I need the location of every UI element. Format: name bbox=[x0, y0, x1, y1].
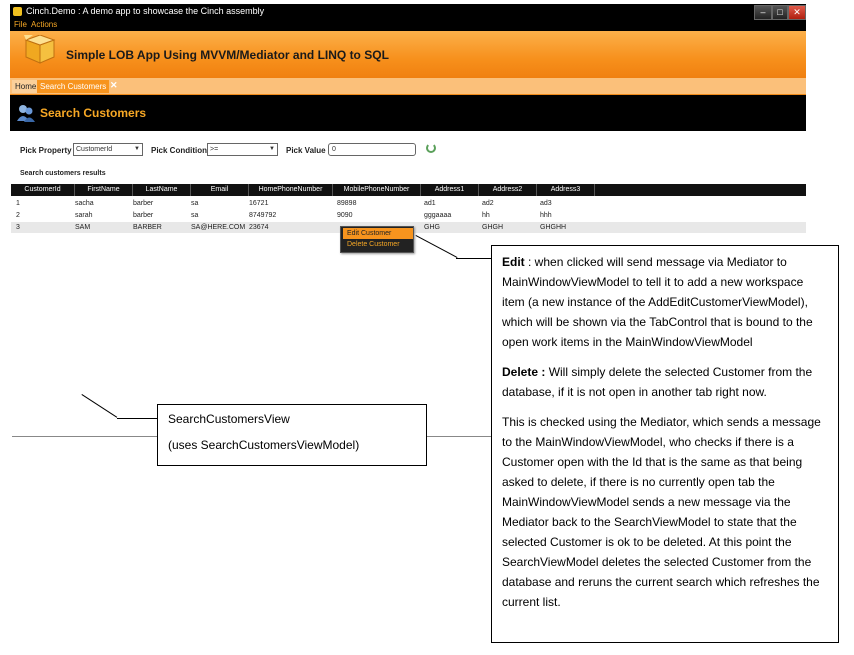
view-boundary-line bbox=[427, 436, 491, 437]
app-icon bbox=[13, 7, 22, 16]
table-cell: sa bbox=[191, 200, 199, 207]
table-cell: hhh bbox=[540, 212, 552, 219]
column-header[interactable]: LastName bbox=[133, 184, 191, 196]
table-cell: 1 bbox=[16, 200, 20, 207]
table-cell: ad2 bbox=[482, 200, 494, 207]
column-header[interactable]: Address2 bbox=[479, 184, 537, 196]
table-cell: 2 bbox=[16, 212, 20, 219]
table-row[interactable]: 2 sarah barber sa 8749792 9090 gggaaaa h… bbox=[11, 210, 806, 221]
table-cell: GHGH bbox=[482, 224, 503, 231]
customers-icon bbox=[17, 105, 35, 122]
maximize-button[interactable]: □ bbox=[772, 5, 788, 20]
view-model-text: (uses SearchCustomersViewModel) bbox=[168, 438, 360, 452]
edit-annotation-text: : when clicked will send message via Med… bbox=[502, 255, 813, 349]
window-title: Cinch.Demo : A demo app to showcase the … bbox=[26, 6, 265, 16]
pick-property-select[interactable]: CustomerId ▼ bbox=[73, 143, 143, 156]
box-logo-icon bbox=[24, 35, 56, 64]
callout-line bbox=[415, 235, 458, 258]
column-header[interactable]: MobilePhoneNumber bbox=[333, 184, 421, 196]
table-cell: barber bbox=[133, 200, 154, 207]
page-title: Search Customers bbox=[40, 106, 147, 120]
pick-condition-select[interactable]: >= ▼ bbox=[207, 143, 278, 156]
delete-annotation-title: Delete : bbox=[502, 365, 546, 379]
table-cell: sarah bbox=[75, 212, 93, 219]
tab-home[interactable]: Home bbox=[12, 80, 40, 93]
grid-header-row: CustomerId FirstName LastName Email Home… bbox=[11, 184, 806, 196]
annotation-box-edit-delete: Edit : when clicked will send message vi… bbox=[491, 245, 839, 643]
callout-line bbox=[117, 418, 157, 419]
table-cell: ad3 bbox=[540, 200, 552, 207]
menu-actions[interactable]: Actions bbox=[31, 20, 57, 29]
edit-annotation-title: Edit bbox=[502, 255, 525, 269]
table-cell: sa bbox=[191, 212, 199, 219]
table-cell: 3 bbox=[16, 224, 20, 231]
edit-customer-menu-item[interactable]: Edit Customer bbox=[343, 228, 413, 239]
table-cell: SA@HERE.COM bbox=[191, 224, 246, 231]
table-cell: ad1 bbox=[424, 200, 436, 207]
table-cell: 23674 bbox=[249, 224, 269, 231]
page-header: Search Customers bbox=[10, 95, 806, 131]
window-title-bar: Cinch.Demo : A demo app to showcase the … bbox=[10, 4, 806, 20]
menu-file[interactable]: File bbox=[14, 20, 27, 29]
annotation-box-view: SearchCustomersView (uses SearchCustomer… bbox=[157, 404, 427, 466]
chevron-down-icon: ▼ bbox=[269, 146, 275, 152]
delete-customer-menu-item[interactable]: Delete Customer bbox=[343, 239, 413, 250]
chevron-down-icon: ▼ bbox=[134, 146, 140, 152]
column-header[interactable]: HomePhoneNumber bbox=[249, 184, 333, 196]
column-header[interactable]: Email bbox=[191, 184, 249, 196]
tab-search-customers[interactable]: Search Customers bbox=[37, 80, 110, 93]
column-header[interactable]: Address3 bbox=[537, 184, 595, 196]
table-row[interactable]: 1 sacha barber sa 16721 89898 ad1 ad2 ad… bbox=[11, 198, 806, 209]
grid-title: Search customers results bbox=[20, 170, 106, 177]
minimize-button[interactable]: – bbox=[754, 5, 772, 20]
menu-bar: File Actions bbox=[10, 20, 806, 31]
search-refresh-icon[interactable] bbox=[426, 143, 436, 153]
context-menu: Edit Customer Delete Customer bbox=[340, 226, 414, 253]
pick-property-value: CustomerId bbox=[76, 146, 113, 153]
tab-close-icon[interactable]: ✕ bbox=[110, 80, 118, 91]
pick-property-label: Pick Property bbox=[20, 146, 72, 155]
view-boundary-line bbox=[12, 436, 157, 437]
workspace-tab-strip: Home Search Customers ✕ bbox=[10, 78, 806, 96]
banner-title: Simple LOB App Using MVVM/Mediator and L… bbox=[66, 48, 389, 62]
table-cell: sacha bbox=[75, 200, 94, 207]
pick-value-input[interactable]: 0 bbox=[328, 143, 416, 156]
table-cell: 16721 bbox=[249, 200, 269, 207]
table-cell: gggaaaa bbox=[424, 212, 452, 219]
close-window-button[interactable]: ✕ bbox=[788, 5, 806, 20]
table-cell: 8749792 bbox=[249, 212, 277, 219]
callout-line bbox=[456, 258, 492, 259]
table-cell: BARBER bbox=[133, 224, 162, 231]
table-cell: SAM bbox=[75, 224, 91, 231]
pick-condition-label: Pick Condition bbox=[151, 146, 207, 155]
app-banner: Simple LOB App Using MVVM/Mediator and L… bbox=[10, 31, 806, 78]
pick-value-label: Pick Value bbox=[286, 146, 326, 155]
view-name-text: SearchCustomersView bbox=[168, 412, 290, 426]
table-cell: 9090 bbox=[337, 212, 353, 219]
mediator-check-text: This is checked using the Mediator, whic… bbox=[502, 415, 821, 609]
callout-line bbox=[81, 394, 118, 418]
column-header[interactable]: CustomerId bbox=[11, 184, 75, 196]
delete-annotation-text: Will simply delete the selected Customer… bbox=[502, 365, 813, 399]
pick-condition-value: >= bbox=[210, 146, 219, 153]
table-cell: GHGHH bbox=[540, 224, 567, 231]
table-cell: hh bbox=[482, 212, 490, 219]
table-cell: GHG bbox=[424, 224, 440, 231]
table-cell: barber bbox=[133, 212, 154, 219]
table-cell: 89898 bbox=[337, 200, 357, 207]
column-header[interactable]: FirstName bbox=[75, 184, 133, 196]
column-header[interactable]: Address1 bbox=[421, 184, 479, 196]
